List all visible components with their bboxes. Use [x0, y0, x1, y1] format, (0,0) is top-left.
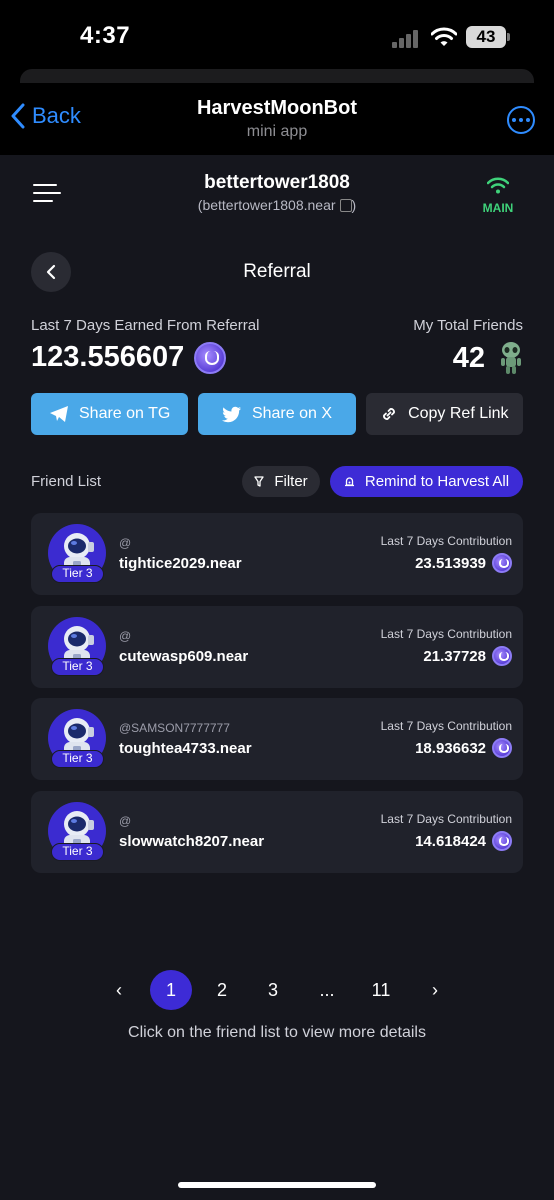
hint-text: Click on the friend list to view more de… [128, 1024, 426, 1041]
prev-page-button[interactable]: ‹ [110, 970, 128, 1010]
twitter-icon [221, 406, 241, 422]
bot-subtitle: mini app [246, 123, 308, 140]
share-buttons: Share on TG Share on X Copy Ref Link [31, 393, 523, 435]
tier-badge: Tier 3 [51, 565, 104, 583]
friend-card[interactable]: Tier 3 @ tightice2029.near Last 7 Days Cont… [31, 513, 523, 595]
wifi-icon [431, 27, 457, 46]
account-username: bettertower1808 [204, 172, 350, 193]
remind-label: Remind to Harvest All [364, 473, 510, 490]
telegram-header: Back HarvestMoonBot mini app [0, 83, 554, 155]
contribution-value-row: 23.513939 [415, 553, 512, 573]
total-friends-label: My Total Friends [413, 317, 523, 334]
share-on-tg-button[interactable]: Share on TG [31, 393, 189, 435]
share-tg-label: Share on TG [79, 405, 171, 422]
telegram-icon [50, 406, 68, 422]
friend-telegram-handle: @ [119, 629, 132, 643]
earned-value-row: 123.556607 [31, 341, 227, 374]
status-time: 4:37 [80, 22, 131, 49]
friend-telegram-handle: @ [119, 536, 132, 550]
home-indicator [178, 1182, 376, 1188]
friend-telegram-handle: @SAMSON7777777 [119, 721, 230, 735]
tier-badge: Tier 3 [51, 658, 104, 676]
remind-harvest-all-button[interactable]: Remind to Harvest All [330, 466, 523, 497]
friend-account-name: cutewasp609.near [119, 648, 249, 665]
contribution-value-row: 18.936632 [415, 738, 512, 758]
cellular-signal-icon [392, 28, 422, 48]
friend-card[interactable]: Tier 3 @ slowwatch8207.near Last 7 Days Con… [31, 791, 523, 873]
account-id-row[interactable]: (bettertower1808.near) [0, 197, 554, 213]
friend-account-name: tightice2029.near [119, 555, 242, 572]
account-id: (bettertower1808.near [197, 197, 336, 213]
contribution-value: 18.936632 [415, 739, 486, 757]
harvest-token-icon [492, 831, 512, 851]
friends-value-row: 42 [453, 341, 523, 375]
filter-icon [254, 476, 264, 487]
tier-badge: Tier 3 [51, 843, 104, 861]
network-indicator[interactable]: MAIN [478, 177, 518, 215]
page-title: Referral [243, 261, 311, 282]
contribution-value-row: 14.618424 [415, 831, 512, 851]
contribution-value: 23.513939 [415, 554, 486, 572]
battery-icon: 43 [466, 26, 506, 48]
earned-label: Last 7 Days Earned From Referral [31, 317, 260, 334]
earned-value: 123.556607 [31, 341, 185, 373]
contribution-label: Last 7 Days Contribution [380, 627, 512, 641]
harvest-token-icon [492, 738, 512, 758]
next-page-button[interactable]: › [426, 970, 444, 1010]
friend-list-label: Friend List [31, 473, 102, 490]
pagination: ‹ 1 2 3 ... 11 › [0, 970, 554, 1010]
more-options-button[interactable] [507, 106, 535, 134]
filter-button[interactable]: Filter [242, 466, 320, 497]
friend-account-name: toughtea4733.near [119, 740, 252, 757]
alien-icon [501, 342, 521, 374]
page-1-button[interactable]: 1 [150, 970, 192, 1010]
contribution-label: Last 7 Days Contribution [380, 719, 512, 733]
alarm-icon [344, 477, 354, 487]
share-on-x-button[interactable]: Share on X [198, 393, 356, 435]
referral-header: Referral [31, 252, 523, 292]
network-label: MAIN [482, 201, 514, 215]
network-signal-icon [486, 177, 510, 194]
copy-ref-link-button[interactable]: Copy Ref Link [365, 393, 523, 435]
page-3-button[interactable]: 3 [261, 970, 285, 1010]
copy-ref-link-label: Copy Ref Link [408, 405, 509, 422]
page-2-button[interactable]: 2 [210, 970, 234, 1010]
total-friends-value: 42 [452, 341, 485, 374]
harvest-token-icon [492, 553, 512, 573]
page-11-button[interactable]: 11 [367, 970, 395, 1010]
copy-icon[interactable] [339, 199, 352, 212]
harvest-token-icon [194, 341, 227, 374]
friend-card[interactable]: Tier 3 @SAMSON7777777 toughtea4733.near Las… [31, 698, 523, 780]
sheet-grabber [20, 69, 534, 83]
contribution-value: 21.37728 [423, 647, 486, 665]
battery-tip [507, 33, 510, 41]
tier-badge: Tier 3 [51, 750, 104, 768]
contribution-label: Last 7 Days Contribution [380, 534, 512, 548]
status-bar: 4:37 43 [0, 0, 554, 70]
contribution-value: 14.618424 [415, 832, 486, 850]
friend-telegram-handle: @ [119, 814, 132, 828]
page-ellipsis: ... [319, 980, 335, 1000]
contribution-value-row: 21.37728 [423, 646, 512, 666]
bot-title: HarvestMoonBot [196, 97, 357, 119]
filter-label: Filter [274, 473, 308, 490]
contribution-label: Last 7 Days Contribution [380, 812, 512, 826]
friend-card[interactable]: Tier 3 @ cutewasp609.near Last 7 Days Contr… [31, 606, 523, 688]
harvest-token-icon [492, 646, 512, 666]
app-content: bettertower1808 (bettertower1808.near) M… [0, 155, 554, 1200]
link-icon [383, 408, 395, 420]
share-x-label: Share on X [251, 405, 333, 422]
friend-account-name: slowwatch8207.near [119, 833, 265, 850]
